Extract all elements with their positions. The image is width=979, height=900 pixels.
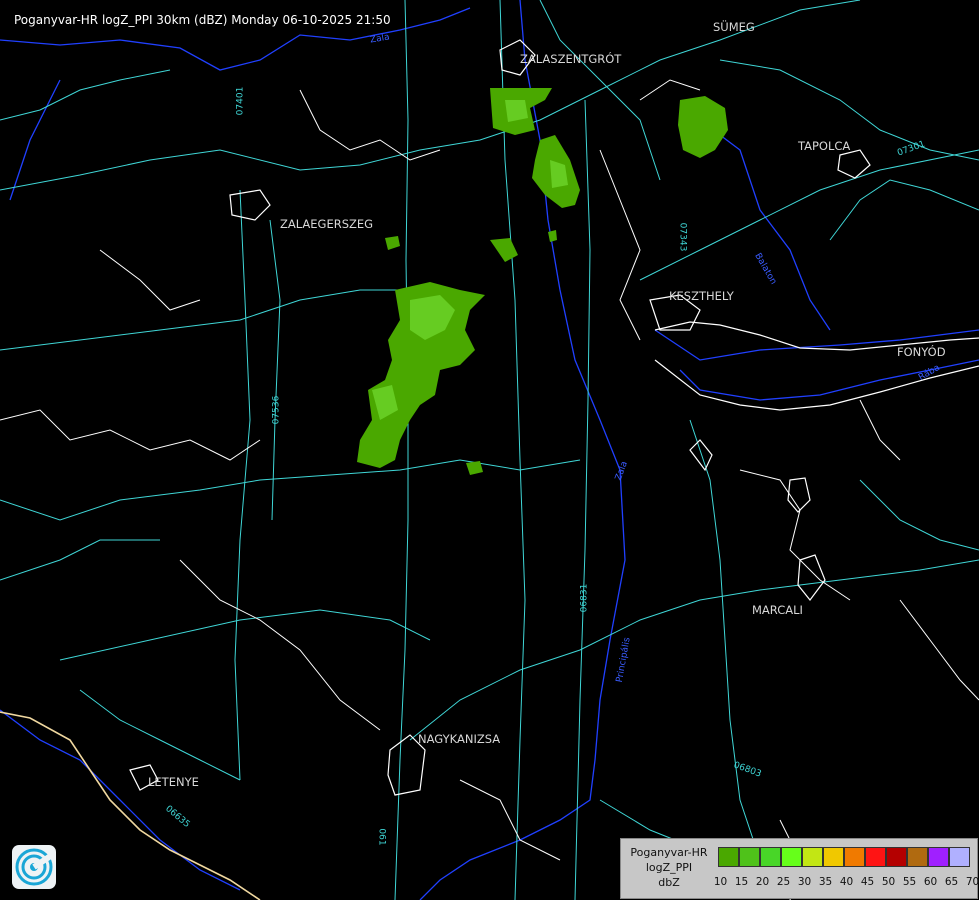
legend-tick-label: 10 <box>713 876 728 888</box>
legend-product-name: logZ_PPI <box>645 861 693 874</box>
city-label-tapolca: TAPOLCA <box>798 139 851 153</box>
legend-swatch <box>760 847 781 867</box>
legend-swatch <box>718 847 739 867</box>
legend-tick-label: 50 <box>881 876 896 888</box>
city-label-zalaegerszeg: ZALAEGERSZEG <box>280 217 374 231</box>
legend-tick-label: 65 <box>944 876 959 888</box>
legend-swatch <box>886 847 907 867</box>
legend-radar-name: Poganyvar-HR <box>630 846 708 859</box>
legend-swatch <box>928 847 949 867</box>
legend-tick-label: 45 <box>860 876 875 888</box>
map-title: Poganyvar-HR logZ_PPI 30km (dBZ) Monday … <box>14 13 391 27</box>
legend-swatch <box>781 847 802 867</box>
legend-swatch <box>907 847 928 867</box>
legend-tick-label: 55 <box>902 876 917 888</box>
city-label-sumeg: SÜMEG <box>713 20 755 34</box>
city-label-fonyod: FONYÓD <box>897 345 946 359</box>
color-legend: Poganyvar-HR logZ_PPI dbZ 10 15 20 25 30 35 40… <box>620 838 979 899</box>
legend-swatch <box>802 847 823 867</box>
radar-map <box>0 0 979 900</box>
legend-tick-label: 30 <box>797 876 812 888</box>
road-label: 07536 <box>271 395 282 425</box>
legend-swatch <box>844 847 865 867</box>
legend-swatches <box>718 847 970 867</box>
legend-swatch <box>949 847 970 867</box>
road-label: 07343 <box>677 222 688 252</box>
logo-icon <box>12 845 56 889</box>
legend-swatch <box>865 847 886 867</box>
city-label-letenye: LETENYE <box>148 775 199 789</box>
city-label-zalaszentgrot: ZALASZENTGRÓT <box>520 52 622 66</box>
legend-tick-label: 20 <box>755 876 770 888</box>
legend-tick-label: 15 <box>734 876 749 888</box>
legend-swatch <box>823 847 844 867</box>
city-label-marcali: MARCALI <box>752 603 803 617</box>
city-label-nagykanizsa: NAGYKANIZSA <box>418 732 501 746</box>
legend-tick-label: 60 <box>923 876 938 888</box>
legend-tick-label: 35 <box>818 876 833 888</box>
legend-tick-label: 70 <box>965 876 979 888</box>
city-label-keszthely: KESZTHELY <box>669 289 734 303</box>
legend-ticks: 10 15 20 25 30 35 40 45 50 55 60 65 70 <box>710 876 979 888</box>
road-label: 07401 <box>235 86 246 116</box>
legend-unit: dbZ <box>658 876 680 889</box>
road-label: 06831 <box>579 583 590 613</box>
legend-swatch <box>739 847 760 867</box>
legend-text: Poganyvar-HR logZ_PPI dbZ <box>621 845 717 890</box>
legend-tick-label: 25 <box>776 876 791 888</box>
legend-tick-label: 40 <box>839 876 854 888</box>
road-label: 061 <box>376 828 387 846</box>
